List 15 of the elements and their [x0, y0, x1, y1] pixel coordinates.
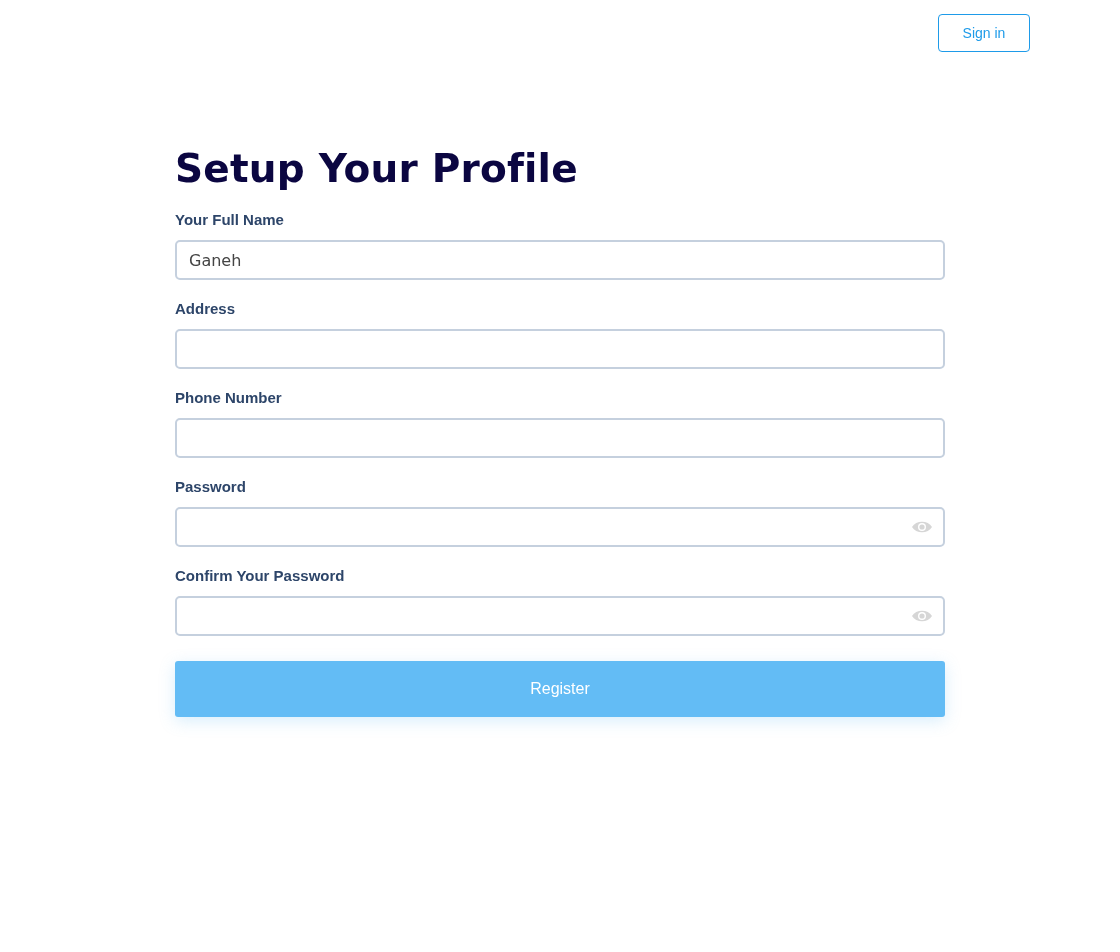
field-label: Your Full Name: [175, 210, 285, 230]
eye-icon[interactable]: [911, 609, 933, 623]
input-field[interactable]: Ganeh: [175, 240, 945, 280]
password-field[interactable]: [175, 507, 945, 547]
field-label: Password: [175, 477, 247, 497]
input-field[interactable]: [175, 418, 945, 458]
field-label: Address: [175, 299, 237, 319]
field-label: Confirm Your Password: [175, 566, 346, 586]
sign-in-button[interactable]: Sign in: [938, 14, 1030, 52]
page-title: Setup Your Profile: [175, 145, 579, 193]
eye-icon[interactable]: [911, 520, 933, 534]
password-field[interactable]: [175, 596, 945, 636]
input-field[interactable]: [175, 329, 945, 369]
register-button[interactable]: Register: [175, 661, 945, 717]
field-label: Phone Number: [175, 388, 283, 408]
